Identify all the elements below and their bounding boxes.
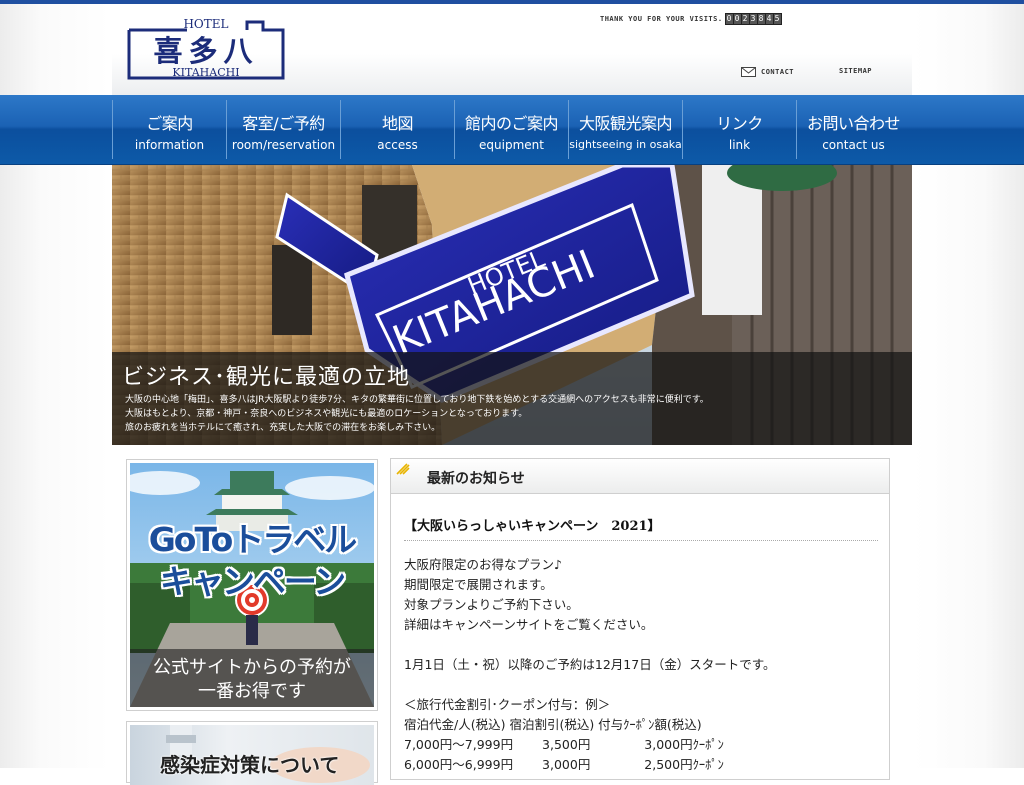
hero-image: HOTEL KITAHACHI ビジネス･観光に最適の立地 大阪の中心地「梅田」… — [112, 165, 912, 445]
contact-label: CONTACT — [761, 68, 795, 76]
nav-label-jp: ご案内 — [146, 114, 193, 133]
logo-hotel-text: HOTEL — [183, 17, 228, 31]
nav-item-equipment[interactable]: 館内のご案内 equipment — [454, 100, 568, 159]
visits-label: THANK YOU FOR YOUR VISITS. — [600, 15, 723, 23]
nav-item-room-reservation[interactable]: 客室/ご予約 room/reservation — [226, 100, 340, 159]
nav-label-jp: リンク — [716, 114, 763, 133]
hero-desc-line: 大阪はもとより、京都・神戸・奈良へのビジネスや観光にも最適のロケーションとなって… — [125, 409, 528, 419]
nav-label-en: contact us — [822, 138, 885, 152]
nav-label-jp: 館内のご案内 — [464, 114, 559, 133]
nav-label-jp: 客室/ご予約 — [242, 114, 325, 133]
nav-label-en: sightseeing in osaka — [569, 138, 682, 151]
nav-label-en: equipment — [479, 138, 544, 152]
logo-kanji-text: 喜多八 — [153, 34, 258, 68]
nav-label-jp: お問い合わせ — [806, 114, 901, 133]
infection-control-title: 感染症対策について — [160, 753, 340, 777]
logo-kitahachi-text: KITAHACHI — [172, 66, 239, 79]
mail-icon — [741, 67, 756, 77]
hero-desc-line: 旅のお疲れを当ホテルにて癒され、充実した大阪での滞在をお楽しみ下さい。 — [125, 423, 441, 433]
hero-desc-line: 大阪の中心地「梅田」、喜多八はJR大阪駅より徒歩7分、キタの繁華街に位置しており… — [125, 395, 709, 405]
news-headline: 【大阪いらっしゃいキャンペーン 2021】 — [404, 515, 878, 541]
news-icon — [396, 463, 410, 475]
hotel-logo[interactable]: HOTEL 喜多八 KITAHACHI — [127, 16, 285, 80]
nav-label-en: room/reservation — [231, 138, 336, 152]
nav-label-jp: 大阪観光案内 — [578, 114, 673, 133]
sitemap-label: SITEMAP — [839, 67, 873, 75]
hero-title: ビジネス･観光に最適の立地 — [122, 365, 411, 390]
contact-link[interactable]: CONTACT — [741, 67, 794, 77]
counter-digit: 4 — [765, 14, 773, 24]
nav-item-information[interactable]: ご案内 information — [112, 100, 226, 159]
counter-digit: 2 — [741, 14, 749, 24]
counter-digits: 0 0 2 3 8 4 5 — [724, 13, 782, 25]
nav-item-sightseeing[interactable]: 大阪観光案内 sightseeing in osaka — [568, 100, 682, 159]
nav-label-en: access — [377, 138, 418, 152]
infection-control-banner[interactable]: 感染症対策について — [126, 721, 378, 785]
hero-description: 大阪の中心地「梅田」、喜多八はJR大阪駅より徒歩7分、キタの繁華街に位置しており… — [125, 393, 709, 435]
news-panel: 最新のお知らせ 【大阪いらっしゃいキャンペーン 2021】 大阪府限定のお得なプ… — [390, 458, 890, 780]
counter-digit: 5 — [773, 14, 781, 24]
goto-travel-banner[interactable]: GoToトラベル キャンペーン 公式サイトからの予約が 一番お得です — [126, 459, 378, 711]
site-header: HOTEL 喜多八 KITAHACHI THANK YOU FOR YOUR V… — [112, 4, 912, 95]
news-text: 大阪府限定のお得なプラン♪ 期間限定で展開されます。 対象プランよりご予約下さい… — [404, 557, 776, 772]
counter-digit: 3 — [749, 14, 757, 24]
goto-title-line2: キャンペーン — [159, 562, 346, 601]
goto-caption-line2: 一番お得です — [198, 681, 306, 702]
nav-label-en: information — [134, 138, 205, 152]
nav-label-jp: 地図 — [381, 114, 414, 133]
nav-item-link[interactable]: リンク link — [682, 100, 796, 159]
goto-title-line1: GoToトラベル — [148, 520, 358, 559]
counter-digit: 0 — [725, 14, 733, 24]
news-body: 【大阪いらっしゃいキャンペーン 2021】 大阪府限定のお得なプラン♪ 期間限定… — [404, 515, 878, 775]
sitemap-link[interactable]: SITEMAP — [839, 67, 872, 75]
news-header: 最新のお知らせ — [391, 459, 889, 494]
news-title: 最新のお知らせ — [427, 471, 525, 487]
nav-item-access[interactable]: 地図 access — [340, 100, 454, 159]
nav-label-en: link — [728, 138, 751, 152]
counter-digit: 8 — [757, 14, 765, 24]
nav-item-contact[interactable]: お問い合わせ contact us — [796, 100, 910, 159]
goto-caption-line1: 公式サイトからの予約が — [153, 657, 351, 678]
counter-digit: 0 — [733, 14, 741, 24]
visit-counter: THANK YOU FOR YOUR VISITS. 0 0 2 3 8 4 5 — [600, 12, 782, 26]
main-navigation: ご案内 information 客室/ご予約 room/reservation … — [0, 95, 1024, 165]
